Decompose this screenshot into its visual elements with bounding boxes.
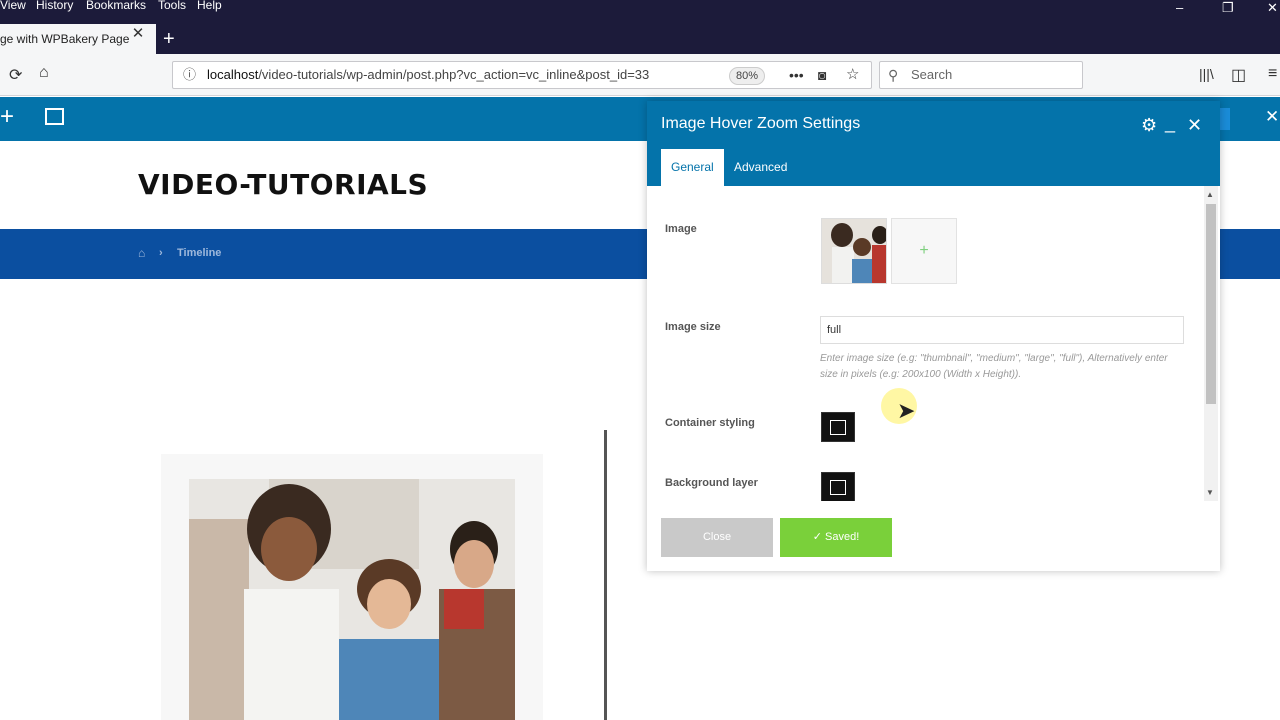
home-crumb-icon[interactable]: ⌂ <box>138 246 145 260</box>
bookmark-star-icon[interactable]: ☆ <box>846 62 859 88</box>
home-icon[interactable]: ⌂ <box>39 64 49 82</box>
close-button[interactable]: Close <box>661 518 773 557</box>
search-placeholder: Search <box>911 67 953 82</box>
browser-tab-title: ge with WPBakery Page <box>0 32 130 46</box>
close-icon[interactable]: ✕ <box>1187 115 1202 135</box>
minimize-icon[interactable]: _ <box>1165 113 1175 133</box>
edit-icon <box>830 420 846 435</box>
background-layer-edit-button[interactable] <box>821 472 855 501</box>
menu-view[interactable]: View <box>0 0 26 11</box>
close-editor-icon[interactable]: ✕ <box>1265 107 1279 127</box>
modal-header: Image Hover Zoom Settings ⚙ _ ✕ General … <box>647 101 1220 186</box>
new-tab-icon[interactable]: + <box>163 28 175 50</box>
content-image[interactable] <box>189 479 515 720</box>
layout-icon[interactable] <box>45 108 64 125</box>
info-icon[interactable]: ⓘ <box>183 62 196 88</box>
zoom-level[interactable]: 80% <box>729 67 765 85</box>
restore-window-icon[interactable]: ❐ <box>1222 0 1234 16</box>
add-image-button[interactable]: + <box>891 218 957 284</box>
tab-advanced[interactable]: Advanced <box>724 149 797 186</box>
menu-icon[interactable]: ≡ <box>1268 65 1277 83</box>
mouse-cursor-icon: ➤ <box>897 398 916 423</box>
tab-general[interactable]: General <box>661 149 724 186</box>
settings-modal: Image Hover Zoom Settings ⚙ _ ✕ General … <box>647 101 1220 571</box>
modal-body: Image + Image size full Enter image size… <box>647 186 1220 501</box>
container-styling-label: Container styling <box>665 417 755 429</box>
minimize-window-icon[interactable]: – <box>1176 0 1183 16</box>
image-size-label: Image size <box>665 321 721 333</box>
menu-bar: View History Bookmarks Tools Help – ❐ ✕ <box>0 0 1280 24</box>
breadcrumb-current: Timeline <box>177 247 222 259</box>
url-text: localhost/video-tutorials/wp-admin/post.… <box>207 67 650 82</box>
menu-bookmarks[interactable]: Bookmarks <box>86 0 146 11</box>
search-bar[interactable]: ⚲ Search <box>879 61 1083 89</box>
library-icon[interactable]: |||\ <box>1199 66 1214 82</box>
scroll-thumb[interactable] <box>1206 204 1216 404</box>
close-window-icon[interactable]: ✕ <box>1267 0 1278 16</box>
scroll-up-icon[interactable]: ▲ <box>1206 190 1214 199</box>
breadcrumb-separator: › <box>159 247 163 259</box>
menu-history[interactable]: History <box>36 0 73 11</box>
site-title[interactable]: VIDEO-TUTORIALS <box>138 168 428 201</box>
reload-icon[interactable]: ⟳ <box>9 65 22 85</box>
edit-icon <box>830 480 846 495</box>
modal-title: Image Hover Zoom Settings <box>661 115 861 132</box>
nav-bar: ⟳ ⌂ ⓘ localhost/video-tutorials/wp-admin… <box>0 54 1280 96</box>
gear-icon[interactable]: ⚙ <box>1141 115 1157 135</box>
url-bar[interactable]: ⓘ localhost/video-tutorials/wp-admin/pos… <box>172 61 872 89</box>
image-label: Image <box>665 223 697 235</box>
saved-button[interactable]: ✓ Saved! <box>780 518 892 557</box>
pocket-icon[interactable]: ◙ <box>818 62 826 88</box>
menu-tools[interactable]: Tools <box>158 0 186 11</box>
sidebar-icon[interactable]: ◫ <box>1231 65 1246 85</box>
modal-scrollbar[interactable]: ▲ ▼ <box>1204 186 1218 501</box>
container-styling-edit-button[interactable] <box>821 412 855 442</box>
background-layer-label: Background layer <box>665 477 758 489</box>
divider-line <box>604 430 607 720</box>
page-actions-icon[interactable]: ••• <box>789 62 804 88</box>
tab-strip: ge with WPBakery Page ✕ + <box>0 24 1280 54</box>
menu-help[interactable]: Help <box>197 0 222 11</box>
image-thumbnail[interactable] <box>821 218 887 284</box>
add-element-icon[interactable]: + <box>0 105 14 129</box>
close-tab-icon[interactable]: ✕ <box>130 24 146 54</box>
image-size-help: Enter image size (e.g: "thumbnail", "med… <box>820 353 1168 380</box>
scroll-down-icon[interactable]: ▼ <box>1206 488 1214 497</box>
search-icon: ⚲ <box>888 67 899 83</box>
image-size-input[interactable]: full <box>820 316 1184 344</box>
modal-footer: Close ✓ Saved! <box>647 501 1220 571</box>
